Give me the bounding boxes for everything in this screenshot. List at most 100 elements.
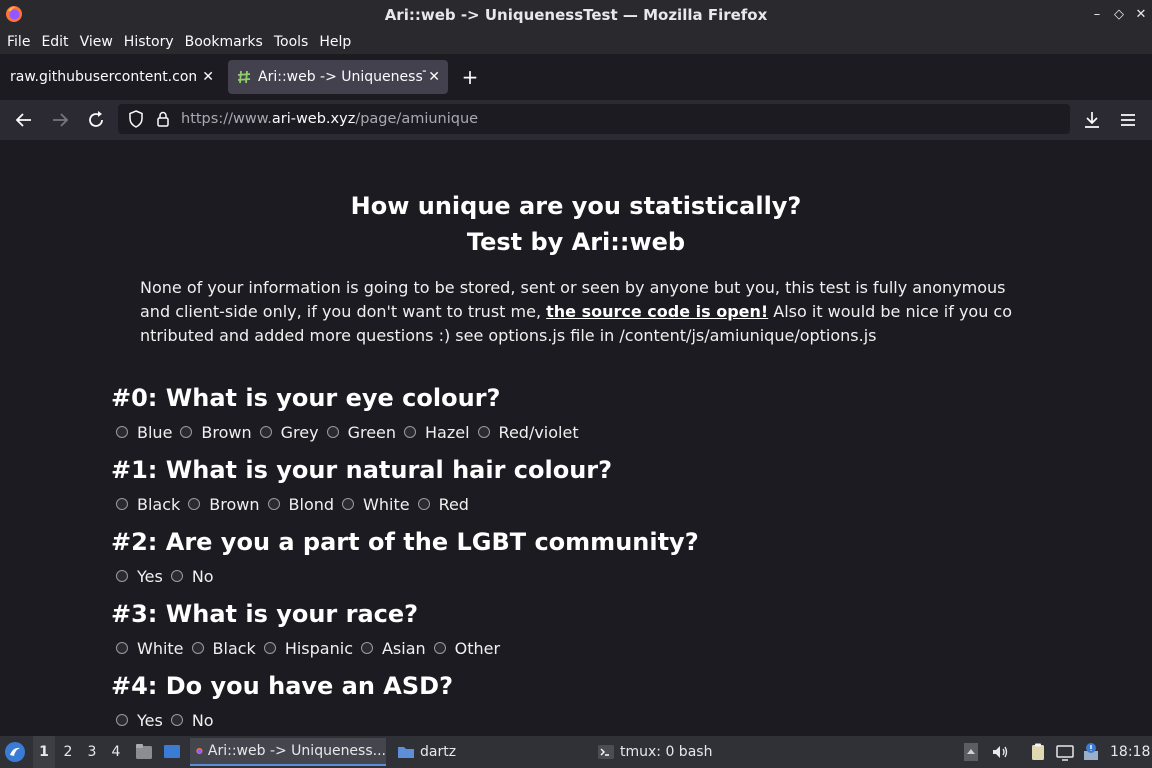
radio-button[interactable]	[342, 498, 355, 510]
tab-close-icon[interactable]: ✕	[202, 60, 214, 94]
radio-button[interactable]	[263, 642, 276, 654]
lock-icon[interactable]	[153, 109, 173, 129]
minimize-button[interactable]: –	[1086, 0, 1108, 30]
menu-view[interactable]: View	[80, 34, 113, 50]
scroll-up-icon[interactable]	[962, 742, 980, 762]
radio-button[interactable]	[191, 642, 204, 654]
page-title: How unique are you statistically?	[350, 192, 802, 220]
url-host: ari-web.xyz	[271, 111, 356, 127]
option-label: Hazel	[425, 422, 470, 442]
option-brown[interactable]: Brown	[188, 494, 260, 514]
radio-button[interactable]	[417, 498, 430, 510]
option-green[interactable]: Green	[326, 422, 397, 442]
new-tab-button[interactable]: +	[460, 62, 480, 92]
radio-button[interactable]	[180, 426, 193, 438]
radio-button[interactable]	[170, 714, 183, 726]
option-grey[interactable]: Grey	[259, 423, 319, 442]
radio-button[interactable]	[116, 426, 128, 438]
menu-edit[interactable]: Edit	[41, 34, 68, 50]
option-yes[interactable]: Yes	[116, 711, 163, 730]
task-dartz[interactable]: dartz	[394, 738, 574, 766]
option-blue[interactable]: Blue	[116, 423, 172, 442]
hash-favicon-icon	[237, 70, 251, 84]
shield-icon[interactable]	[126, 109, 146, 129]
radio-button[interactable]	[267, 498, 280, 510]
tab-close-icon[interactable]: ✕	[428, 60, 440, 94]
option-label: White	[137, 638, 184, 658]
url-text[interactable]: https://www.ari-web.xyz/page/amiunique	[181, 106, 478, 132]
option-white[interactable]: White	[116, 639, 184, 658]
page-subtitle: Test by Ari::web	[466, 228, 686, 256]
option-no[interactable]: No	[170, 711, 214, 730]
window-title: Ari::web -> UniquenessTest — Mozilla Fir…	[384, 6, 768, 24]
option-brown[interactable]: Brown	[180, 423, 252, 442]
radio-button[interactable]	[326, 426, 339, 438]
task-tmux[interactable]: tmux: 0 bash	[594, 738, 794, 766]
option-label: Green	[347, 422, 397, 442]
forward-arrow-icon[interactable]	[48, 108, 72, 132]
tab-label: raw.githubusercontent.com/r	[10, 69, 196, 85]
option-label: Brown	[209, 494, 260, 514]
volume-icon[interactable]	[990, 742, 1010, 762]
radio-button[interactable]	[170, 570, 183, 582]
radio-button[interactable]	[360, 642, 373, 654]
task-firefox[interactable]: Ari::web -> Uniqueness...	[190, 738, 386, 766]
reload-icon[interactable]	[84, 108, 108, 132]
firefox-icon	[196, 747, 203, 755]
radio-button[interactable]	[259, 426, 272, 438]
menu-history[interactable]: History	[124, 34, 174, 50]
option-red-violet[interactable]: Red/violet	[477, 423, 579, 442]
downloads-icon[interactable]	[1080, 108, 1104, 132]
notification-icon[interactable]	[1081, 742, 1101, 762]
radio-button[interactable]	[116, 570, 128, 582]
hamburger-menu-icon[interactable]	[1116, 108, 1140, 132]
option-red[interactable]: Red	[417, 495, 469, 514]
file-manager-icon[interactable]	[134, 742, 154, 762]
clock[interactable]: 18:18	[1110, 736, 1150, 768]
radio-button[interactable]	[404, 426, 417, 438]
workspace-1[interactable]: 1	[33, 736, 55, 768]
menu-tools[interactable]: Tools	[274, 34, 309, 50]
menu-file[interactable]: File	[7, 34, 30, 50]
network-icon[interactable]	[1055, 742, 1075, 762]
source-code-link[interactable]: the source code is open!	[546, 302, 768, 321]
task-label: tmux: 0 bash	[620, 744, 713, 760]
menu-bookmarks[interactable]: Bookmarks	[185, 34, 263, 50]
taskbar: 1 2 3 4 Ari::web -> Uniqueness... dartz …	[0, 736, 1152, 768]
question-title-3: #3: What is your race?	[111, 600, 419, 628]
option-black[interactable]: Black	[116, 495, 180, 514]
menu-help[interactable]: Help	[319, 34, 351, 50]
workspace-4[interactable]: 4	[105, 736, 127, 768]
back-arrow-icon[interactable]	[12, 108, 36, 132]
radio-button[interactable]	[116, 498, 128, 510]
task-label: dartz	[420, 744, 457, 760]
maximize-button[interactable]: ◇	[1108, 0, 1130, 30]
option-hazel[interactable]: Hazel	[404, 423, 470, 442]
start-menu-icon[interactable]	[4, 741, 26, 763]
option-black[interactable]: Black	[191, 639, 256, 658]
tab-raw-githubusercontent[interactable]: raw.githubusercontent.com/r ✕	[0, 60, 222, 94]
radio-button[interactable]	[433, 642, 446, 654]
desktop-icon[interactable]	[162, 742, 182, 762]
workspace-2[interactable]: 2	[57, 736, 79, 768]
option-blond[interactable]: Blond	[267, 495, 334, 514]
option-label: Yes	[137, 710, 163, 730]
question-title-1: #1: What is your natural hair colour?	[111, 456, 613, 484]
menubar: File Edit View History Bookmarks Tools H…	[0, 30, 1152, 54]
tab-uniqueness-test[interactable]: Ari::web -> UniquenessTest ✕	[228, 60, 448, 94]
radio-button[interactable]	[188, 498, 201, 510]
close-window-button[interactable]: ✕	[1130, 0, 1152, 30]
window-titlebar: Ari::web -> UniquenessTest — Mozilla Fir…	[0, 0, 1152, 30]
option-label: Blue	[137, 422, 173, 442]
radio-button[interactable]	[116, 642, 128, 654]
option-no[interactable]: No	[170, 567, 214, 586]
option-hispanic[interactable]: Hispanic	[263, 639, 353, 658]
clipboard-icon[interactable]	[1028, 742, 1048, 762]
workspace-3[interactable]: 3	[81, 736, 103, 768]
option-yes[interactable]: Yes	[116, 567, 163, 586]
radio-button[interactable]	[477, 426, 490, 438]
radio-button[interactable]	[116, 714, 128, 726]
option-white[interactable]: White	[342, 495, 410, 514]
option-other[interactable]: Other	[433, 639, 500, 658]
option-asian[interactable]: Asian	[360, 639, 426, 658]
